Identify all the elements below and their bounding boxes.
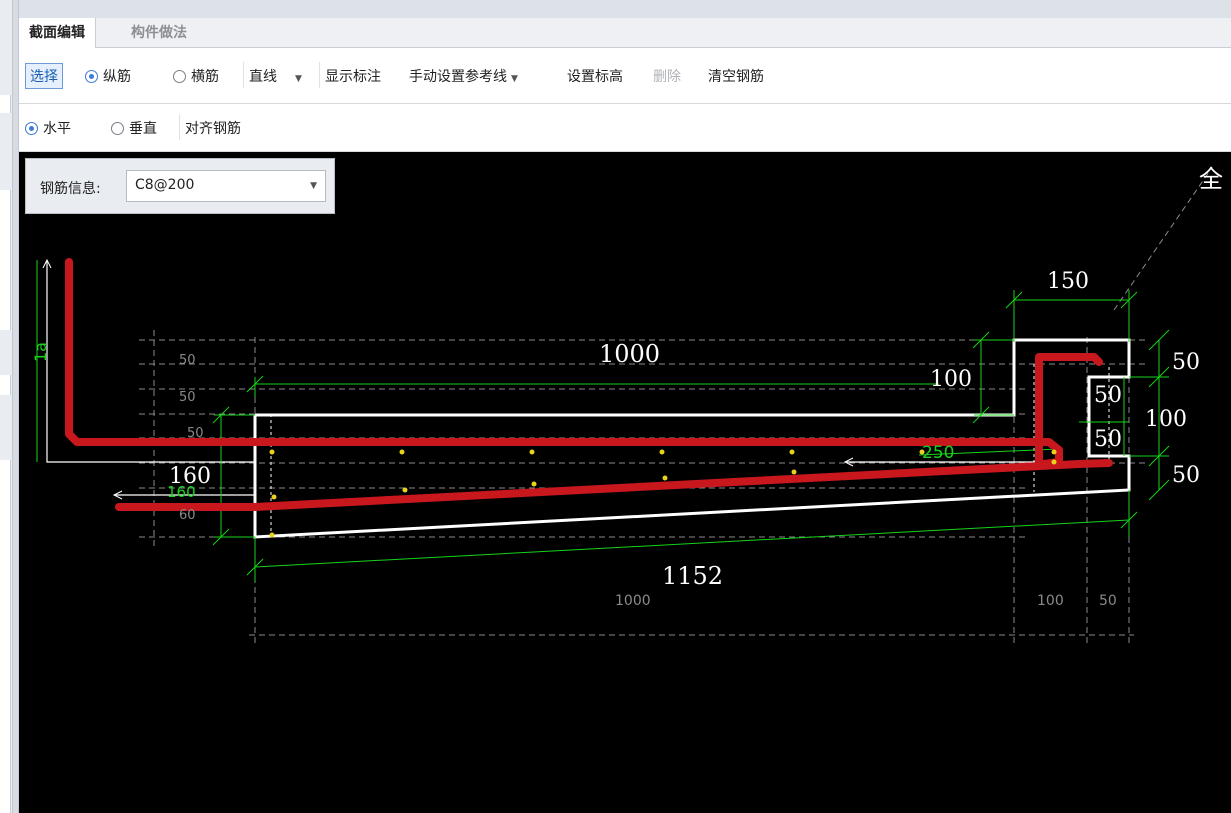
radio-checked-icon: [25, 121, 38, 135]
dimension-lines: [36, 260, 1170, 582]
ref-base-1000: 1000: [615, 593, 651, 609]
section-drawing: 1000 1152 160 150 100 50 100 50 50 50 全 …: [31, 165, 1223, 647]
longitudinal-label: 纵筋: [103, 68, 131, 85]
horizontal-label: 水平: [43, 120, 71, 137]
vertical-radio[interactable]: 垂直: [111, 118, 157, 138]
ref-label: 50: [179, 390, 196, 405]
rebar-info-label: 钢筋信息:: [40, 181, 101, 197]
left-panel-fragment: [0, 460, 11, 813]
align-toolbar: 水平 垂直 对齐钢筋: [19, 104, 1231, 152]
window-top-band: [19, 0, 1231, 18]
left-panel-fragment: [0, 375, 11, 395]
anchor-guide: [46, 260, 1059, 496]
line-type-dropdown[interactable]: 直线 ▼: [249, 66, 302, 86]
rebar-info-dropdown[interactable]: C8@200 ▼: [126, 170, 326, 202]
dim-tab-width: 150: [1047, 269, 1089, 294]
delete-button[interactable]: 删除: [653, 66, 681, 86]
tab-bar: 截面编辑 构件做法: [19, 18, 1231, 48]
vertical-label: 垂直: [129, 120, 157, 137]
manual-reference-label: 手动设置参考线: [409, 68, 507, 85]
ref-label: 50: [179, 353, 196, 368]
chevron-down-icon: ▼: [295, 73, 302, 84]
dim-inner-top: 50: [1094, 383, 1122, 408]
dim-right-top: 50: [1172, 350, 1200, 375]
left-panel-fragment: [0, 190, 11, 330]
line-type-value: 直线: [249, 68, 277, 85]
show-annotation-button[interactable]: 显示标注: [325, 66, 381, 86]
anchor-length-label: 1a: [31, 342, 50, 362]
horizontal-radio[interactable]: 水平: [25, 118, 71, 138]
dim-top-width: 1000: [599, 340, 660, 368]
rebar-info-panel: 钢筋信息: C8@200 ▼: [25, 158, 335, 214]
toolbar-separator: [319, 62, 320, 88]
select-button[interactable]: 选择: [25, 62, 63, 89]
panel-splitter[interactable]: [12, 0, 19, 813]
rebar-info-value: C8@200: [135, 177, 195, 193]
dim-bottom-length: 1152: [662, 562, 723, 590]
radio-unchecked-icon: [173, 69, 186, 83]
toolbar-separator: [243, 62, 244, 88]
chevron-down-icon: ▼: [511, 73, 518, 84]
dim-right-bottom: 50: [1172, 463, 1200, 488]
chevron-down-icon: ▼: [310, 181, 317, 191]
set-elevation-button[interactable]: 设置标高: [567, 66, 623, 86]
drawing-canvas[interactable]: 1000 1152 160 150 100 50 100 50 50 50 全 …: [19, 152, 1231, 813]
left-panel-fragment: [0, 95, 11, 113]
edit-toolbar: 选择 纵筋 横筋 直线 ▼ 显示标注 手动设置参考线 ▼ 设置标高 删除 清空钢筋: [19, 48, 1231, 104]
radio-unchecked-icon: [111, 121, 124, 135]
transverse-radio[interactable]: 横筋: [173, 66, 219, 86]
tab-component-method[interactable]: 构件做法: [121, 18, 197, 48]
ref-label: 50: [187, 426, 204, 441]
left-panel-strip: [0, 0, 12, 813]
ref-label: 60: [179, 508, 196, 523]
clear-rebar-button[interactable]: 清空钢筋: [708, 66, 764, 86]
overlap-label: 160: [167, 483, 196, 501]
ref-base-50: 50: [1099, 593, 1117, 609]
ref-base-100: 100: [1037, 593, 1064, 609]
dim-right-mid: 100: [1145, 407, 1187, 432]
radio-checked-icon: [85, 69, 98, 83]
rebar-spacing-label: 250: [922, 443, 954, 463]
longitudinal-radio[interactable]: 纵筋: [85, 66, 131, 86]
dim-step-height: 100: [930, 367, 972, 392]
transverse-label: 横筋: [191, 68, 219, 85]
tab-section-edit[interactable]: 截面编辑: [19, 18, 96, 48]
align-rebar-button[interactable]: 对齐钢筋: [185, 118, 241, 138]
corner-label: 全: [1199, 165, 1223, 193]
manual-reference-dropdown[interactable]: 手动设置参考线 ▼: [409, 66, 518, 86]
toolbar-separator: [179, 114, 180, 140]
dim-inner-bottom: 50: [1094, 427, 1122, 452]
